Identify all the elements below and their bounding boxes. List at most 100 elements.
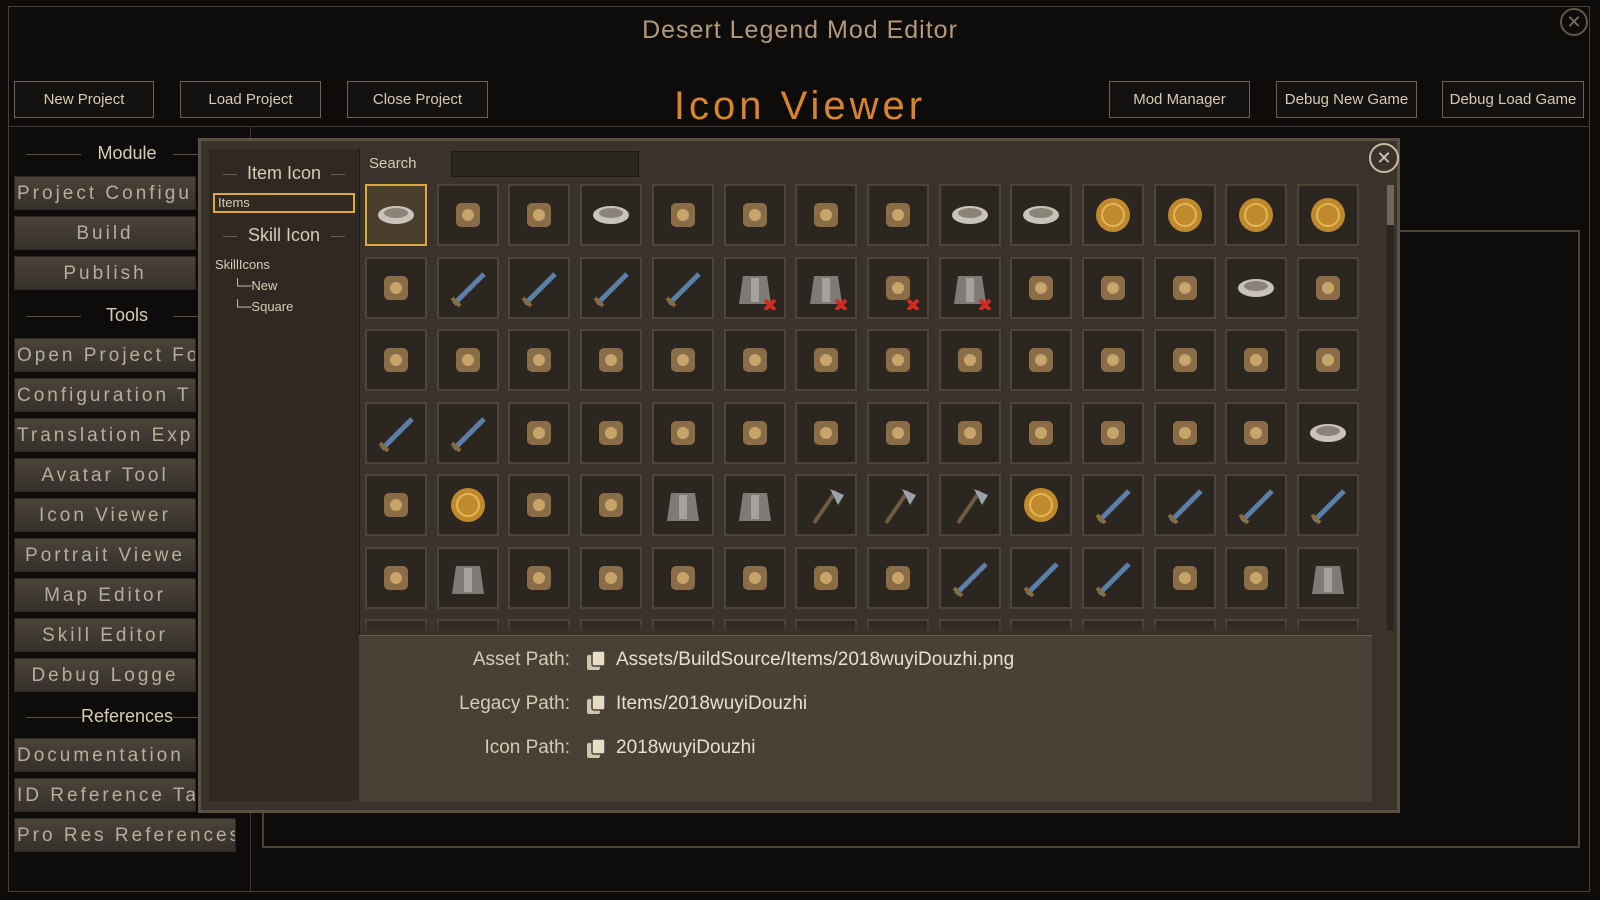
icon-tile-honeycomb[interactable] (365, 256, 427, 319)
icon-tile-boots[interactable] (580, 546, 643, 609)
icon-tile-staff[interactable] (365, 401, 427, 464)
icon-tile-orb[interactable] (795, 546, 858, 609)
debug-new-game-button[interactable]: Debug New Game (1276, 81, 1417, 118)
icon-tile-pebbles[interactable] (436, 184, 499, 246)
icon-tile-sword[interactable] (436, 256, 499, 319)
icon-tile-robe[interactable] (723, 474, 786, 536)
search-input[interactable] (451, 151, 639, 177)
icon-tile-mooncake[interactable] (1082, 184, 1144, 246)
icon-tile-bag[interactable] (365, 546, 427, 609)
sidebar-item-publish[interactable]: Publish (14, 256, 196, 290)
icon-tile-stone[interactable] (1010, 256, 1073, 319)
icon-tile-books[interactable] (508, 474, 571, 536)
icon-tile-logs[interactable] (1082, 256, 1144, 319)
sidebar-item-build[interactable]: Build (14, 216, 196, 250)
icon-tile-pouch[interactable] (723, 184, 786, 246)
icon-tile-mooncake[interactable] (1225, 184, 1288, 246)
icon-tile-blade[interactable] (938, 546, 1001, 609)
icon-tile-robe[interactable] (436, 546, 499, 609)
icon-tile-bowl[interactable] (365, 184, 427, 246)
sidebar-item-project-config[interactable]: Project Configu (14, 176, 196, 210)
sidebar-item-avatar-tool[interactable]: Avatar Tool (14, 458, 196, 492)
icon-tile-rack[interactable] (1010, 401, 1073, 464)
icon-tile-tea-set[interactable] (580, 329, 643, 391)
window-close-icon[interactable]: ✕ (1560, 8, 1588, 36)
icon-tile-lucky-bag[interactable] (795, 329, 858, 391)
icon-tile-inkstone[interactable] (1153, 329, 1216, 391)
icon-tile-screen[interactable] (723, 401, 786, 464)
icon-tile-spear[interactable] (1082, 474, 1144, 536)
icon-tile-mooncake-bitten[interactable] (1153, 184, 1216, 246)
icon-tile-soup-bowl[interactable] (938, 184, 1001, 246)
icon-tile-apple-basket[interactable] (580, 474, 643, 536)
grid-scrollbar[interactable] (1387, 185, 1394, 631)
icon-tile-scroll[interactable] (508, 184, 571, 246)
icon-tile-rock[interactable] (1225, 329, 1288, 391)
tree-item-square[interactable]: └─Square (233, 299, 293, 314)
icon-tile-bandage[interactable] (651, 546, 714, 609)
icon-tile-spear[interactable] (1153, 474, 1216, 536)
icon-tile-fox-doll[interactable] (580, 401, 643, 464)
scrollbar-thumb[interactable] (1387, 185, 1394, 225)
icon-tile-staff[interactable] (436, 401, 499, 464)
icon-tile-desk[interactable] (938, 329, 1001, 391)
icon-tile-mask[interactable] (1225, 546, 1288, 609)
icon-tile-axe[interactable] (866, 474, 929, 536)
icon-tile-vase[interactable] (1010, 329, 1073, 391)
icon-tile-axe[interactable] (938, 474, 1001, 536)
icon-tile-helmet-locked[interactable] (723, 256, 786, 319)
sidebar-item-configuration[interactable]: Configuration T (14, 378, 196, 412)
icon-tile-trident[interactable] (1082, 546, 1144, 609)
tree-item-new[interactable]: └─New (233, 278, 277, 293)
icon-tile-umbrella[interactable] (1297, 329, 1360, 391)
sidebar-item-portrait-viewer[interactable]: Portrait Viewe (14, 538, 196, 572)
icon-tile-vase[interactable] (1153, 256, 1216, 319)
icon-tile-gourd[interactable] (365, 474, 427, 536)
icon-tile-gauntlet[interactable] (1153, 546, 1216, 609)
sidebar-item-debug-logger[interactable]: Debug Logge (14, 658, 196, 692)
icon-tile-glove[interactable] (508, 546, 571, 609)
icon-tile-basket[interactable] (651, 329, 714, 391)
icon-tile-sword[interactable] (1010, 546, 1073, 609)
icon-tile-armor[interactable] (1297, 546, 1360, 609)
icon-tile-axe[interactable] (795, 474, 858, 536)
icon-tile-armor[interactable] (651, 474, 714, 536)
sidebar-item-skill-editor[interactable]: Skill Editor (14, 618, 196, 652)
sidebar-item-translation[interactable]: Translation Exp (14, 418, 196, 452)
icon-tile-mat[interactable] (795, 401, 858, 464)
icon-tile-boots-locked[interactable] (866, 256, 929, 319)
sidebar-item-open-project-folder[interactable]: Open Project Fo (14, 338, 196, 372)
sidebar-item-pro-res-references[interactable]: Pro Res References (14, 818, 236, 852)
icon-tile-noodle-bowl[interactable] (1010, 184, 1073, 246)
icon-tile-lute[interactable] (508, 401, 571, 464)
copy-legacy-path-icon[interactable] (584, 693, 608, 717)
copy-icon-path-icon[interactable] (584, 737, 608, 761)
icon-tile-sword[interactable] (580, 256, 643, 319)
icon-tile-coin[interactable] (436, 474, 499, 536)
icon-tile-sword[interactable] (1297, 474, 1360, 536)
icon-tile-mask[interactable] (651, 401, 714, 464)
tree-item-skillicons[interactable]: SkillIcons (215, 257, 270, 272)
icon-tile-flowers[interactable] (651, 184, 714, 246)
icon-tile-screen[interactable] (866, 329, 929, 391)
icon-tile-gems[interactable] (365, 329, 427, 391)
icon-tile-paper[interactable] (1082, 329, 1144, 391)
icon-tile-sword[interactable] (651, 256, 714, 319)
sidebar-item-map-editor[interactable]: Map Editor (14, 578, 196, 612)
icon-tile-bonsai[interactable] (436, 329, 499, 391)
copy-asset-path-icon[interactable] (584, 649, 608, 673)
icon-tile-seal[interactable] (1010, 474, 1073, 536)
icon-tile-armor-locked[interactable] (938, 256, 1001, 319)
icon-tile-ribbon[interactable] (508, 329, 571, 391)
mod-manager-button[interactable]: Mod Manager (1109, 81, 1250, 118)
icon-tile-basin[interactable] (1297, 401, 1360, 464)
icon-tile-scroll-bag[interactable] (866, 401, 929, 464)
icon-tile-collar-locked[interactable] (795, 256, 858, 319)
sidebar-item-icon-viewer[interactable]: Icon Viewer (14, 498, 196, 532)
icon-tile-mooncake-dark[interactable] (1297, 184, 1360, 246)
icon-tile-rice-plate[interactable] (1225, 256, 1288, 319)
icon-tile-weapon-rack[interactable] (1225, 401, 1288, 464)
icon-tile-chest[interactable] (938, 401, 1001, 464)
icon-tile-shield[interactable] (723, 546, 786, 609)
icon-tile-sword[interactable] (508, 256, 571, 319)
